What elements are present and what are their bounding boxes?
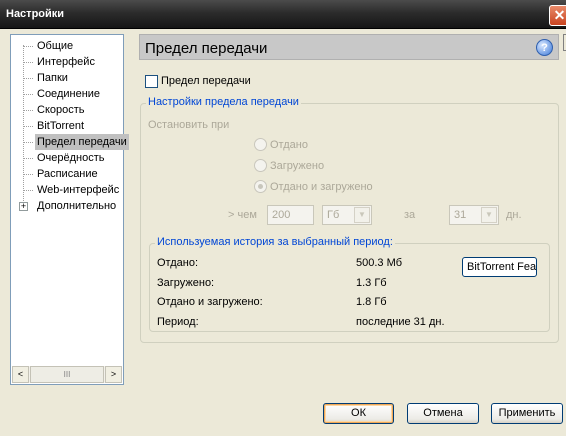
chevron-down-icon[interactable]: ▼ xyxy=(354,207,370,223)
tree-item-label: Предел передачи xyxy=(35,134,129,150)
history-value: 1.3 Гб xyxy=(356,277,387,289)
panel-title: Предел передачи xyxy=(145,40,268,57)
tree-item-label: Дополнительно xyxy=(37,200,117,212)
title-bar: Настройки ✕ xyxy=(0,0,566,29)
settings-tree[interactable]: Общие Интерфейс Папки Соединение Скорост… xyxy=(10,34,129,385)
tree-branch xyxy=(23,190,33,191)
radio-uploaded-and-downloaded[interactable] xyxy=(254,180,267,193)
tree-branch xyxy=(23,62,33,63)
tree-branch xyxy=(23,174,33,175)
expand-plus-icon[interactable]: + xyxy=(19,202,28,211)
cap-settings-legend: Настройки предела передачи xyxy=(146,96,301,108)
radio-uploaded[interactable] xyxy=(254,138,267,151)
unit-select[interactable]: Гб ▼ xyxy=(322,205,372,225)
radio-downloaded-label[interactable]: Загружено xyxy=(270,160,324,172)
tree-item-label: Очерёдность xyxy=(37,152,105,164)
tree-item-label: Соединение xyxy=(37,88,101,100)
for-label: за xyxy=(404,209,416,221)
history-label: Отдано и загружено: xyxy=(157,296,263,308)
tree-branch xyxy=(23,46,33,47)
tree-item-label: Скорость xyxy=(37,104,85,116)
transfer-cap-checkbox[interactable] xyxy=(145,75,158,88)
amount-value: 200 xyxy=(272,209,291,221)
arrow-right-icon: > xyxy=(110,369,117,379)
tree-item-label: BitTorrent xyxy=(37,120,85,132)
horizontal-scrollbar[interactable]: < III > xyxy=(12,366,122,383)
history-label: Отдано: xyxy=(157,257,199,269)
chevron-down-icon[interactable]: ▼ xyxy=(481,207,497,223)
tree-branch xyxy=(23,158,33,159)
close-button[interactable]: ✕ xyxy=(549,5,566,26)
history-legend: Используемая история за выбранный период… xyxy=(155,236,395,248)
tree-item-label: Интерфейс xyxy=(37,56,95,68)
ok-button[interactable]: ОК xyxy=(323,403,394,424)
unit-value: Гб xyxy=(327,209,340,221)
history-label: Период: xyxy=(157,316,199,328)
tree-branch xyxy=(23,126,33,127)
days-label: дн. xyxy=(506,209,522,221)
stop-when-label: Остановить при xyxy=(148,119,230,131)
tree-branch xyxy=(23,110,33,111)
apply-button[interactable]: Применить xyxy=(491,403,563,424)
period-value: 31 xyxy=(454,209,467,221)
radio-downloaded[interactable] xyxy=(254,159,267,172)
grip-icon: III xyxy=(63,370,71,379)
radio-uploaded-and-downloaded-label[interactable]: Отдано и загружено xyxy=(270,181,373,193)
more-than-label: > чем xyxy=(228,209,257,221)
period-select[interactable]: 31 ▼ xyxy=(449,205,499,225)
tree-branch xyxy=(23,94,33,95)
history-value: последние 31 дн. xyxy=(356,316,445,328)
panel-header: Предел передачи ? xyxy=(139,34,559,60)
radio-uploaded-label[interactable]: Отдано xyxy=(270,139,308,151)
tree-branch xyxy=(23,142,33,143)
tree-connector-line xyxy=(23,45,24,209)
transfer-cap-checkbox-label[interactable]: Предел передачи xyxy=(161,75,251,87)
history-value: 500.3 Мб xyxy=(356,257,403,269)
tree-item-label: Web-интерфейс xyxy=(37,184,120,196)
amount-input[interactable]: 200 xyxy=(267,205,314,225)
cancel-button[interactable]: Отмена xyxy=(407,403,479,424)
close-icon: ✕ xyxy=(553,7,566,23)
scroll-left-button[interactable]: < xyxy=(12,366,29,383)
bittorrent-features-button[interactable]: BitTorrent Fea xyxy=(462,257,537,277)
scroll-thumb[interactable]: III xyxy=(30,366,104,383)
scroll-right-button[interactable]: > xyxy=(105,366,122,383)
tree-item-label: Расписание xyxy=(37,168,98,180)
tree-branch xyxy=(23,78,33,79)
history-value: 1.8 Гб xyxy=(356,296,387,308)
tree-item-label: Папки xyxy=(37,72,68,84)
help-icon[interactable]: ? xyxy=(536,39,553,56)
history-label: Загружено: xyxy=(157,277,215,289)
tree-item-label: Общие xyxy=(37,40,74,52)
arrow-left-icon: < xyxy=(17,369,24,379)
window-title: Настройки xyxy=(6,8,65,20)
